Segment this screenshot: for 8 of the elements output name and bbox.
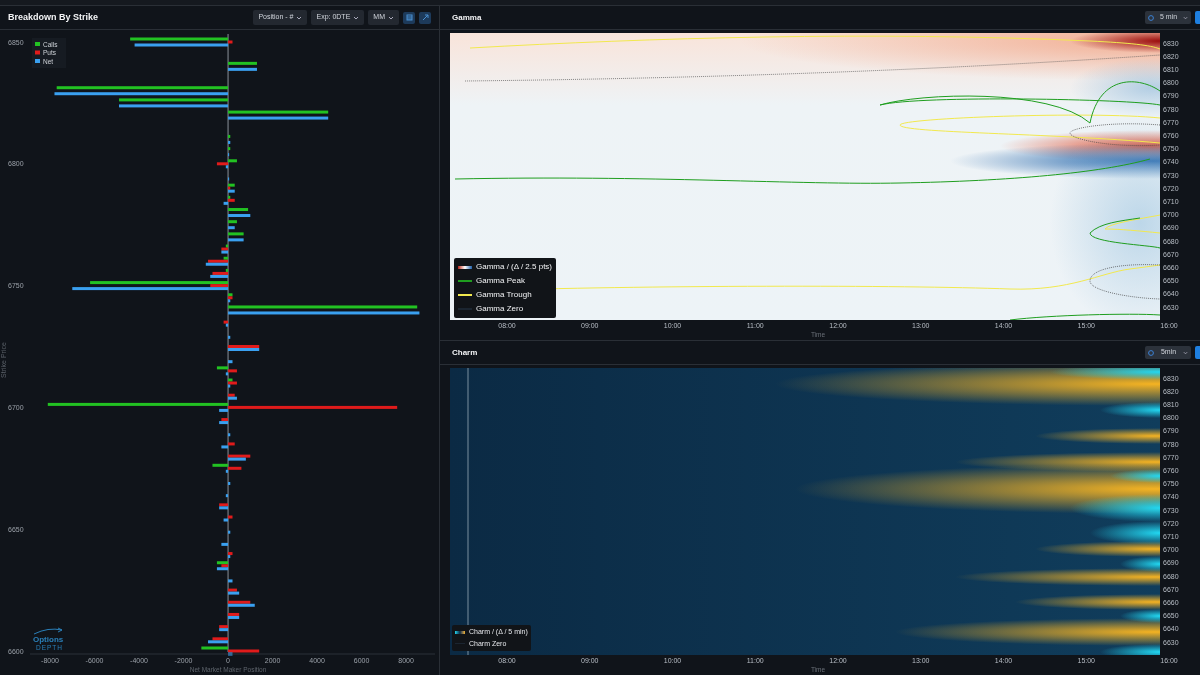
panel-title: Breakdown By Strike: [8, 10, 99, 24]
legend-label: Gamma Zero: [476, 303, 524, 315]
panel-title: Gamma: [452, 11, 482, 24]
panel-title: Charm: [452, 346, 478, 359]
legend-label: Gamma / (Δ / 2.5 pts): [476, 261, 553, 273]
logo-text: Options: [33, 635, 64, 644]
legend-label: Gamma Trough: [476, 289, 532, 301]
legend-label: Gamma Peak: [476, 275, 525, 287]
